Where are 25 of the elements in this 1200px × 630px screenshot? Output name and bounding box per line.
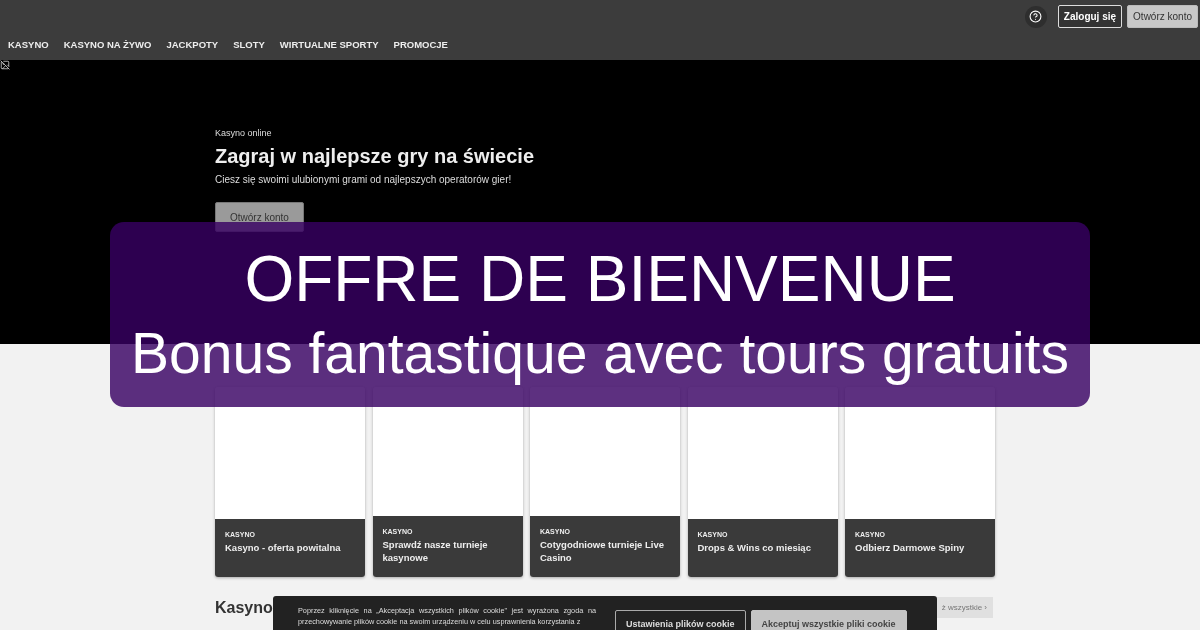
broken-image-icon [0, 60, 10, 70]
offer-subtitle: Bonus fantastique avec tours gratuits [131, 320, 1069, 387]
login-button[interactable]: Zaloguj się [1057, 5, 1123, 28]
register-button[interactable]: Otwórz konto [1127, 5, 1198, 28]
offer-title: OFFRE DE BIENVENUE [244, 242, 956, 317]
nav-link[interactable]: SLOTY [233, 39, 265, 50]
hero-title: Zagraj w najlepsze gry na świecie [215, 145, 535, 168]
accept-cookies-button[interactable]: Akceptuj wszystkie pliki cookie [750, 610, 907, 630]
nav-link[interactable]: PROMOCJE [393, 39, 448, 50]
card-title: Sprawdź nasze turnieje kasynowe [382, 539, 489, 565]
nav-link[interactable]: WIRTUALNE SPORTY [279, 39, 379, 50]
nav-link[interactable]: JACKPOTY [166, 39, 219, 50]
nav-link[interactable]: KASYNO NA ŻYWO [63, 39, 152, 50]
card-title: Kasyno - oferta powitalna [225, 542, 342, 555]
card-title: Odbierz Darmowe Spiny [855, 542, 966, 555]
help-icon [1029, 10, 1043, 23]
show-all-link[interactable]: ż wszystkie › [935, 597, 993, 618]
card-title: Cotygodniowe turnieje Live Casino [540, 539, 666, 565]
hero-subtitle: Ciesz się swoimi ulubionymi grami od najlepszych operatorów gier! [215, 174, 512, 185]
cookie-settings-button[interactable]: Ustawienia plików cookie [615, 610, 746, 630]
nav-link[interactable]: KASYNO [8, 39, 49, 50]
help-button[interactable] [1024, 5, 1047, 28]
section-heading: Kasyno [215, 598, 273, 617]
hero-eyebrow: Kasyno online [215, 128, 272, 138]
card-title: Drops & Wins co miesiąc [697, 542, 812, 555]
